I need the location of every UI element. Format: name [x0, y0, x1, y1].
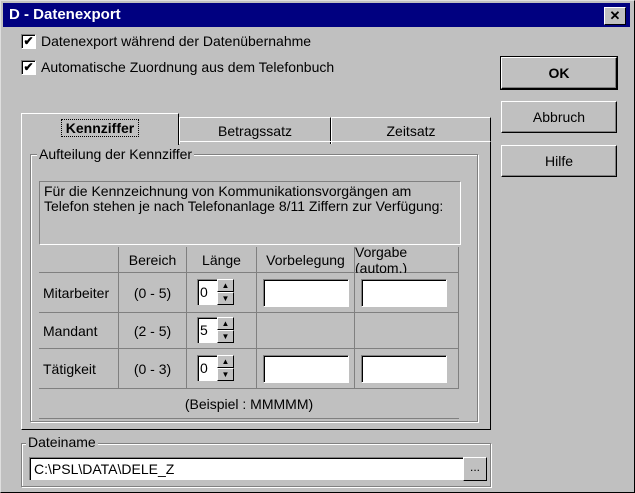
column-header: Länge — [187, 247, 257, 273]
filename-input[interactable]: C:\PSL\DATA\DELE_Z — [29, 457, 466, 480]
arrow-up-icon[interactable]: ▲ — [217, 355, 234, 368]
close-button[interactable]: ✕ — [604, 7, 626, 25]
group-legend: Aufteilung der Kennziffer — [37, 146, 195, 162]
vorgabe-cell — [355, 349, 459, 389]
row-range: (2 - 5) — [119, 313, 187, 349]
length-input[interactable]: 0 — [197, 279, 217, 305]
spinner-arrows[interactable]: ▲ ▼ — [217, 317, 234, 343]
tab-zeitsatz[interactable]: Zeitsatz — [331, 117, 491, 144]
length-input[interactable]: 0 — [197, 355, 217, 381]
row-label: Tätigkeit — [39, 349, 119, 389]
example-text: (Beispiel : MMMMM) — [39, 389, 459, 419]
tab-panel: Aufteilung der Kennziffer Für die Kennze… — [21, 141, 491, 430]
checkbox-phonebook-label: Automatische Zuordnung aus dem Telefonbu… — [41, 59, 335, 75]
length-spinner[interactable]: 5 ▲ ▼ — [197, 317, 234, 343]
help-button[interactable]: Hilfe — [501, 145, 617, 177]
spinner-arrows[interactable]: ▲ ▼ — [217, 279, 234, 305]
grid-corner — [39, 247, 119, 273]
tab-betragssatz[interactable]: Betragssatz — [179, 117, 331, 144]
row-range: (0 - 3) — [119, 349, 187, 389]
arrow-up-icon[interactable]: ▲ — [217, 317, 234, 330]
length-cell: 0 ▲ ▼ — [187, 273, 257, 313]
vorbelegung-input[interactable] — [263, 279, 349, 307]
tab-kennziffer[interactable]: Kennziffer — [21, 113, 179, 145]
checkbox-phonebook[interactable]: ✔ Automatische Zuordnung aus dem Telefon… — [21, 59, 334, 75]
ok-button[interactable]: OK — [500, 56, 618, 90]
column-header: Vorgabe (autom.) — [355, 244, 459, 276]
column-header: Vorbelegung — [257, 247, 355, 273]
vorgabe-input[interactable] — [361, 279, 447, 307]
vorgabe-cell — [355, 273, 459, 313]
browse-button[interactable]: ... — [463, 457, 487, 481]
length-input[interactable]: 5 — [197, 317, 217, 343]
vorbelegung-input[interactable] — [263, 355, 349, 383]
title-bar: D - Datenexport ✕ — [3, 3, 630, 27]
dialog-window: D - Datenexport ✕ ✔ Datenexport während … — [0, 0, 635, 493]
checkbox-phonebook-box[interactable]: ✔ — [21, 59, 36, 75]
length-cell: 5 ▲ ▼ — [187, 313, 257, 349]
length-cell: 0 ▲ ▼ — [187, 349, 257, 389]
row-label: Mandant — [39, 313, 119, 349]
checkbox-export[interactable]: ✔ Datenexport während der Datenübernahme — [21, 33, 311, 49]
filename-legend: Dateiname — [26, 434, 98, 450]
vorbelegung-cell — [257, 273, 355, 313]
vorgabe-input[interactable] — [361, 355, 447, 383]
arrow-down-icon[interactable]: ▼ — [217, 292, 234, 305]
arrow-up-icon[interactable]: ▲ — [217, 279, 234, 292]
info-text: Für die Kennzeichnung von Kommunikations… — [39, 181, 461, 245]
column-header: Bereich — [119, 247, 187, 273]
checkbox-export-label: Datenexport während der Datenübernahme — [41, 33, 312, 49]
group-kennziffer: Aufteilung der Kennziffer Für die Kennze… — [30, 146, 478, 422]
row-range: (0 - 5) — [119, 273, 187, 313]
tab-kennziffer-label: Kennziffer — [60, 119, 140, 137]
ok-button-label: OK — [548, 65, 570, 81]
checkbox-export-box[interactable]: ✔ — [21, 33, 36, 49]
spinner-arrows[interactable]: ▲ ▼ — [217, 355, 234, 381]
cancel-button[interactable]: Abbruch — [501, 101, 617, 133]
arrow-down-icon[interactable]: ▼ — [217, 330, 234, 343]
length-spinner[interactable]: 0 ▲ ▼ — [197, 279, 234, 305]
empty-cell — [257, 313, 355, 349]
length-spinner[interactable]: 0 ▲ ▼ — [197, 355, 234, 381]
window-title: D - Datenexport — [9, 6, 121, 23]
arrow-down-icon[interactable]: ▼ — [217, 368, 234, 381]
empty-cell — [355, 313, 459, 349]
row-label: Mitarbeiter — [39, 273, 119, 313]
vorbelegung-cell — [257, 349, 355, 389]
